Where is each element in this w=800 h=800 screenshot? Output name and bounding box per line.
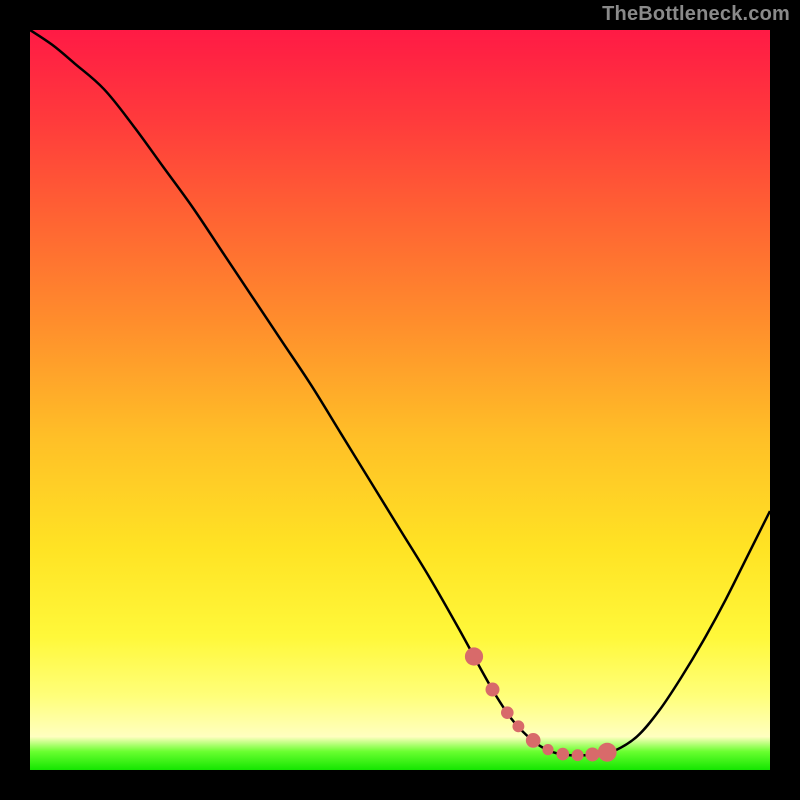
optimal-marker bbox=[598, 743, 617, 762]
optimal-marker bbox=[585, 747, 599, 761]
chart-container: TheBottleneck.com bbox=[0, 0, 800, 800]
optimal-marker bbox=[501, 706, 514, 719]
bottleneck-chart bbox=[30, 30, 770, 770]
optimal-marker bbox=[542, 744, 553, 755]
optimal-marker bbox=[486, 683, 500, 697]
optimal-marker bbox=[465, 647, 483, 665]
gradient-background bbox=[30, 30, 770, 770]
optimal-marker bbox=[572, 749, 584, 761]
optimal-marker bbox=[512, 720, 524, 732]
watermark-text: TheBottleneck.com bbox=[602, 3, 790, 26]
optimal-marker bbox=[557, 748, 570, 761]
plot-area bbox=[30, 30, 770, 770]
optimal-marker bbox=[526, 733, 541, 748]
